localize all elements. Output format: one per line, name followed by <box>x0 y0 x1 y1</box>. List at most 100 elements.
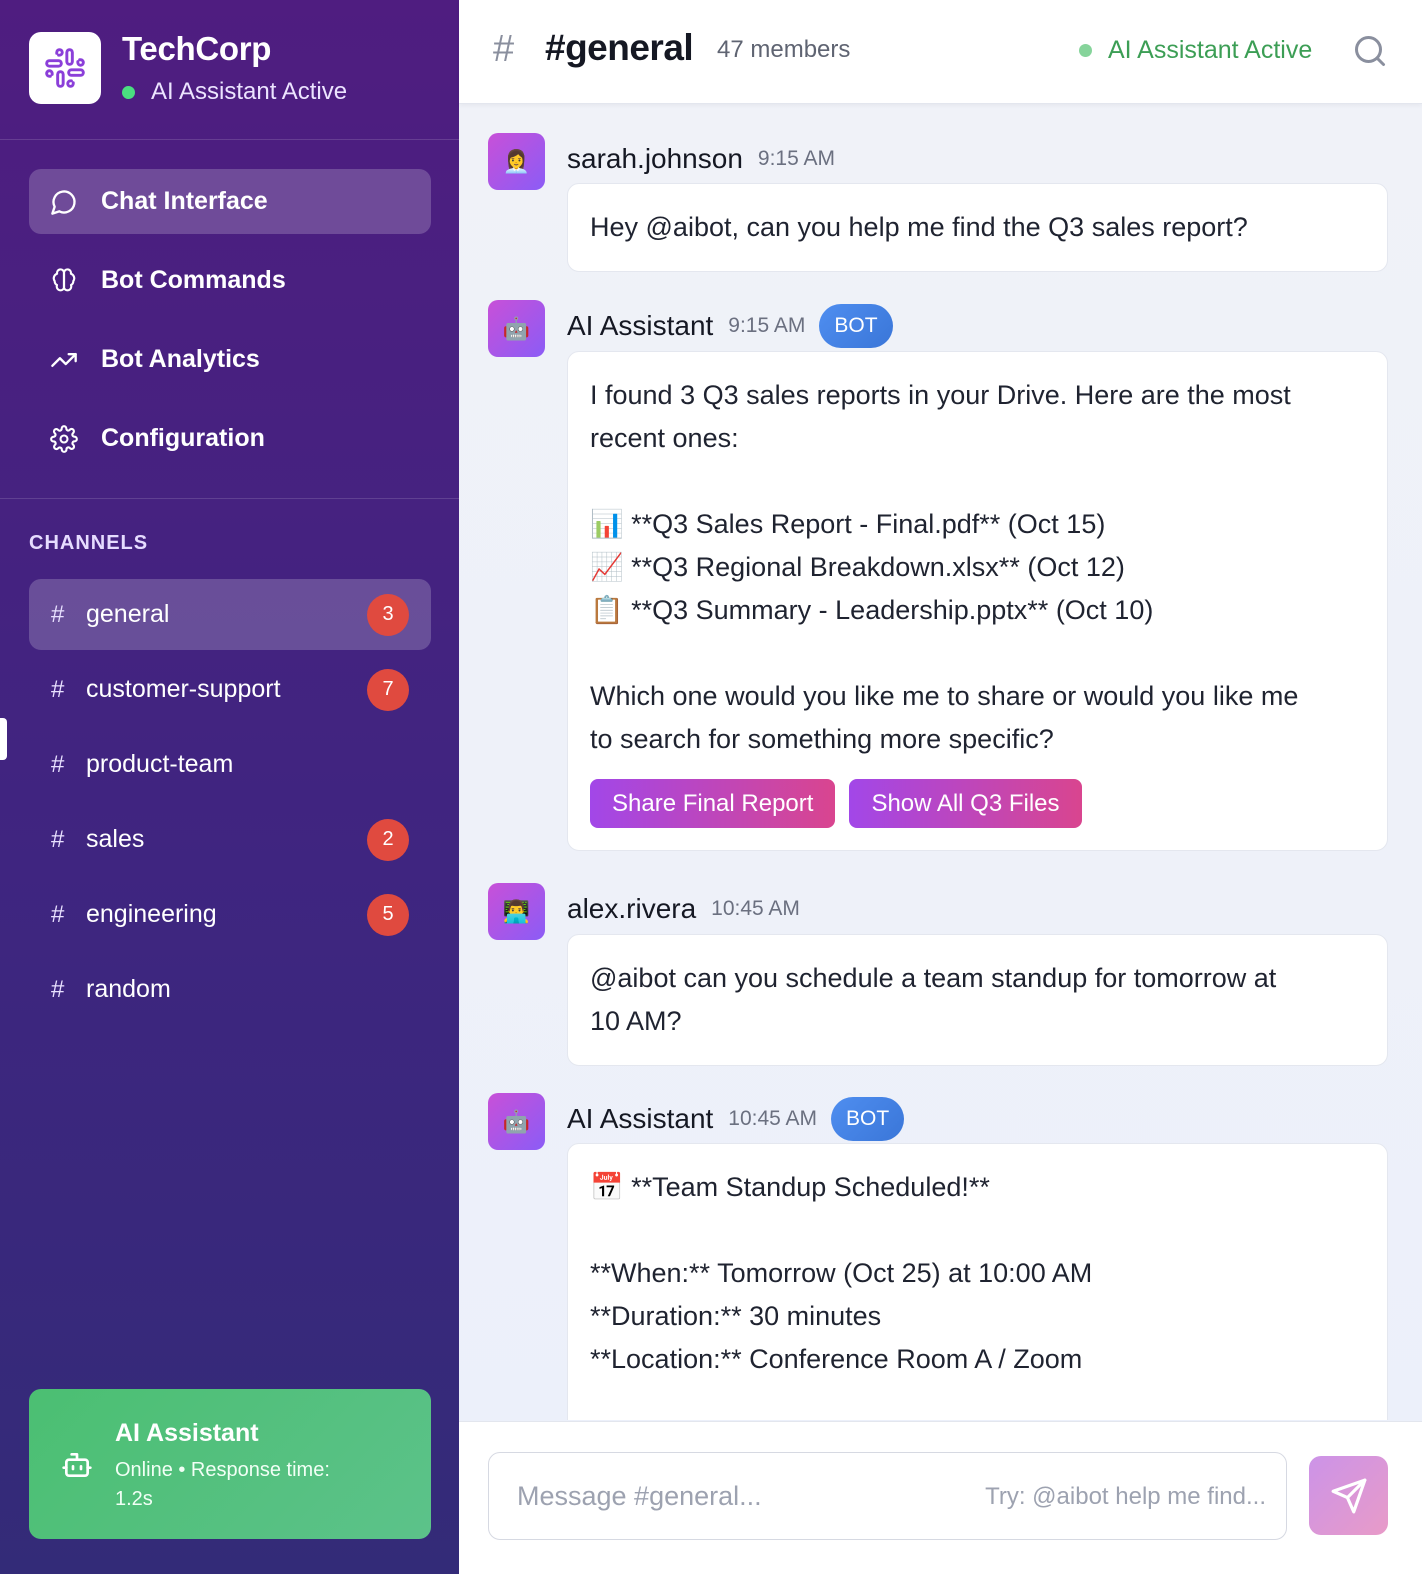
message-author[interactable]: sarah.johnson <box>567 143 743 175</box>
channel-title: #general <box>545 27 694 68</box>
hash-icon: # <box>51 600 65 628</box>
message-author[interactable]: AI Assistant <box>567 310 713 342</box>
message-line: **Location:** Conference Room A / Zoom <box>590 1344 1083 1374</box>
unread-badge: 5 <box>367 893 409 936</box>
message-line: 📈 **Q3 Regional Breakdown.xlsx** (Oct 12… <box>590 552 1125 582</box>
message-line: Hey @aibot, can you help me find the Q3 … <box>590 212 1248 242</box>
nav-item-label: Configuration <box>101 424 265 452</box>
message-header: AI Assistant 10:45 AM BOT <box>567 1097 905 1141</box>
hash-icon: # <box>51 750 65 778</box>
nav-item-configuration[interactable]: Configuration <box>29 406 431 471</box>
channel-item-customer-support[interactable]: # customer-support 7 <box>29 654 431 725</box>
message-line: I found 3 Q3 sales reports in your Drive… <box>590 380 1291 410</box>
channel-item-sales[interactable]: # sales 2 <box>29 804 431 875</box>
member-count[interactable]: 47 members <box>717 36 850 64</box>
sidebar-divider <box>0 498 459 499</box>
message-header: sarah.johnson 9:15 AM <box>567 137 849 181</box>
channel-name: product-team <box>86 750 234 778</box>
chat-bubble-icon <box>49 187 79 217</box>
nav-item-label: Chat Interface <box>101 187 268 215</box>
send-button[interactable] <box>1309 1456 1388 1535</box>
message-timestamp: 9:15 AM <box>728 314 806 337</box>
send-icon <box>1331 1478 1366 1513</box>
sidebar-resize-handle[interactable] <box>0 718 7 760</box>
avatar[interactable]: 🤖 <box>488 1093 545 1150</box>
message-body: @aibot can you schedule a team standup f… <box>567 934 1388 1066</box>
main-panel: # #general 47 members AI Assistant Activ… <box>459 0 1422 1574</box>
message-input-placeholder: Message #general... <box>517 1481 762 1511</box>
online-dot-icon <box>122 85 135 99</box>
message-feed: 👩‍💼 sarah.johnson 9:15 AM Hey @aibot, ca… <box>488 133 1388 1420</box>
assistant-status-card[interactable]: AI Assistant Online • Response time: 1.2… <box>29 1389 431 1539</box>
hash-icon: # <box>51 825 65 853</box>
channel-name: engineering <box>86 900 217 928</box>
message-timestamp: 10:45 AM <box>728 1107 818 1130</box>
message-input-hint: Try: @aibot help me find... <box>985 1483 1266 1510</box>
sidebar: TechCorp AI Assistant Active Chat Interf… <box>0 0 459 1574</box>
assistant-status: AI Assistant Active <box>1079 36 1312 65</box>
trending-up-icon <box>49 345 79 375</box>
channel-hash-icon: # <box>493 28 515 70</box>
search-icon[interactable] <box>1352 33 1388 69</box>
channel-item-random[interactable]: # random <box>29 954 431 1025</box>
message-header: AI Assistant 9:15 AM BOT <box>567 304 893 348</box>
message-body: Hey @aibot, can you help me find the Q3 … <box>567 183 1388 272</box>
message-body: 📅 **Team Standup Scheduled!** **When:** … <box>567 1143 1388 1420</box>
assistant-card-status: Online • Response time: <box>115 1459 330 1481</box>
slack-logo-icon <box>45 48 85 88</box>
message-author[interactable]: AI Assistant <box>567 1103 713 1135</box>
channel-item-engineering[interactable]: # engineering 5 <box>29 879 431 950</box>
message-header: alex.rivera 10:45 AM <box>567 887 814 931</box>
channel-item-product-team[interactable]: # product-team <box>29 729 431 800</box>
unread-badge: 3 <box>367 593 409 636</box>
share-final-report-button[interactable]: Share Final Report <box>590 779 836 828</box>
avatar[interactable]: 🤖 <box>488 300 545 357</box>
message-line: @aibot can you schedule a team standup f… <box>590 963 1277 993</box>
message-line <box>590 632 1365 675</box>
hash-icon: # <box>51 675 65 703</box>
channel-name: sales <box>86 825 145 853</box>
nav-item-label: Bot Commands <box>101 266 286 294</box>
message-line: 📊 **Q3 Sales Report - Final.pdf** (Oct 1… <box>590 509 1106 539</box>
unread-badge: 7 <box>367 668 409 711</box>
channel-item-general[interactable]: # general 3 <box>29 579 431 650</box>
robot-icon <box>62 1453 92 1477</box>
assistant-status-text: AI Assistant Active <box>1108 36 1313 64</box>
hash-icon: # <box>51 900 65 928</box>
bot-badge: BOT <box>819 304 893 348</box>
primary-nav: Chat Interface Bot Commands Bot Analytic… <box>29 169 431 485</box>
message-line: 10 AM? <box>590 1006 682 1036</box>
nav-item-bot-commands[interactable]: Bot Commands <box>29 248 431 313</box>
brain-icon <box>49 266 79 296</box>
assistant-card-response-time: 1.2s <box>115 1488 153 1510</box>
message-input[interactable]: Message #general... Try: @aibot help me … <box>488 1452 1287 1540</box>
message-line: Which one would you like me to share or … <box>590 681 1299 711</box>
message-actions: Share Final Report Show All Q3 Files <box>590 779 1365 828</box>
workspace-header: TechCorp AI Assistant Active <box>0 0 459 140</box>
nav-item-label: Bot Analytics <box>101 345 260 373</box>
avatar[interactable]: 👩‍💼 <box>488 133 545 190</box>
message-line <box>590 460 1365 503</box>
bot-badge: BOT <box>831 1097 905 1141</box>
gear-icon <box>49 424 79 454</box>
message-author[interactable]: alex.rivera <box>567 893 696 925</box>
workspace-logo[interactable] <box>29 32 101 104</box>
avatar[interactable]: 👨‍💻 <box>488 883 545 940</box>
message-line: **When:** Tomorrow (Oct 25) at 10:00 AM <box>590 1258 1093 1288</box>
message-line: to search for something more specific? <box>590 724 1054 754</box>
message-body: I found 3 Q3 sales reports in your Drive… <box>567 351 1388 851</box>
unread-badge: 2 <box>367 818 409 861</box>
nav-item-chat-interface[interactable]: Chat Interface <box>29 169 431 234</box>
hash-icon: # <box>51 975 65 1003</box>
channels-heading: CHANNELS <box>29 532 149 554</box>
online-dot-icon <box>1079 44 1092 57</box>
channel-list: # general 3 # customer-support 7 # produ… <box>29 579 431 1029</box>
nav-item-bot-analytics[interactable]: Bot Analytics <box>29 327 431 392</box>
channel-name: general <box>86 600 170 628</box>
channel-name: customer-support <box>86 675 281 703</box>
workspace-status-text: AI Assistant Active <box>151 78 348 105</box>
workspace-status: AI Assistant Active <box>122 78 347 106</box>
show-all-q3-files-button[interactable]: Show All Q3 Files <box>849 779 1082 828</box>
message-line: 📋 **Q3 Summary - Leadership.pptx** (Oct … <box>590 595 1154 625</box>
message-line: recent ones: <box>590 423 739 453</box>
